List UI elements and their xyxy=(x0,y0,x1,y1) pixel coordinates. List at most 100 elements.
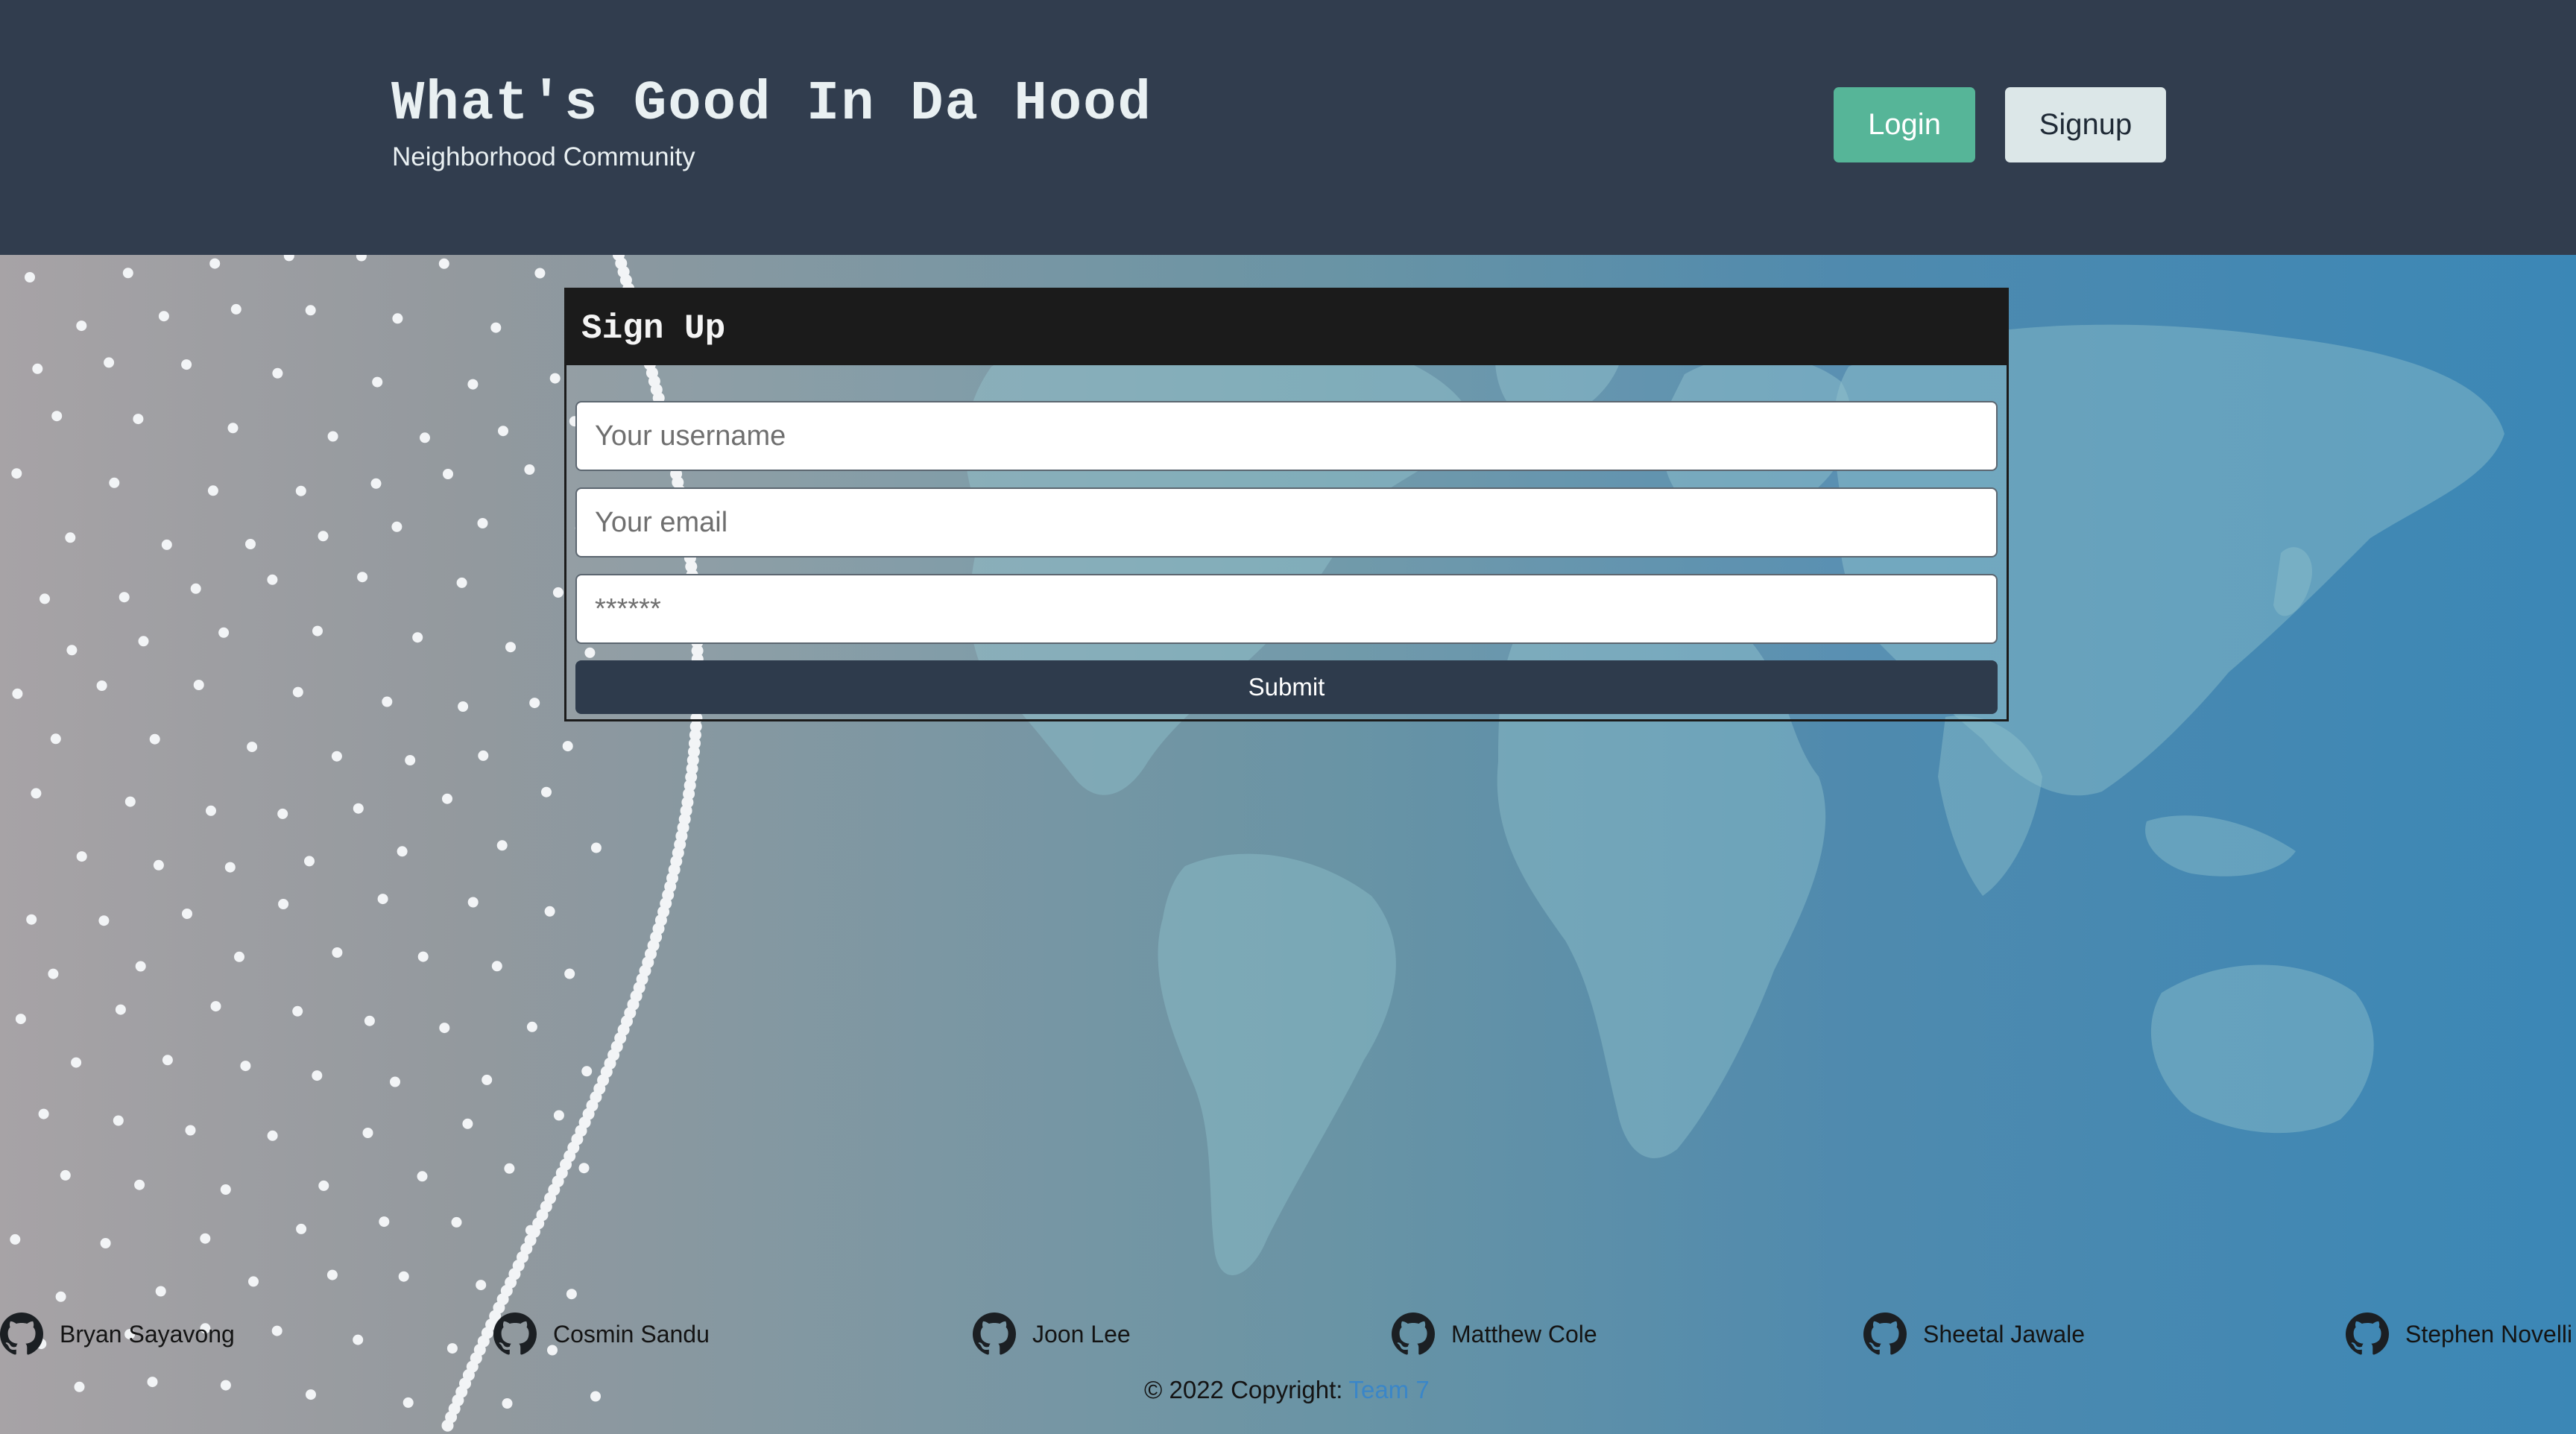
decorative-dot xyxy=(312,1070,323,1081)
decorative-dot xyxy=(295,485,306,496)
site-subtitle: Neighborhood Community xyxy=(392,142,695,171)
signup-form-title: Sign Up xyxy=(581,309,726,348)
decorative-dot xyxy=(104,357,115,368)
decorative-dot xyxy=(578,1163,590,1174)
decorative-dot xyxy=(467,897,479,908)
decorative-dot xyxy=(524,464,535,475)
decorative-dot xyxy=(277,808,288,819)
username-input[interactable] xyxy=(575,401,1998,471)
github-icon xyxy=(493,1313,537,1355)
decorative-dot xyxy=(534,268,546,279)
decorative-dot xyxy=(420,432,430,443)
decorative-dot xyxy=(162,1055,173,1066)
decorative-dot xyxy=(220,1380,231,1391)
decorative-dot xyxy=(498,426,508,437)
contributor-link[interactable]: Cosmin Sandu xyxy=(493,1312,710,1356)
contributor-link[interactable]: Matthew Cole xyxy=(1392,1312,1597,1356)
signup-form: Sign Up Submit xyxy=(564,288,2009,721)
decorative-dot xyxy=(357,572,368,583)
decorative-dot xyxy=(490,322,502,333)
decorative-dot xyxy=(304,856,315,867)
decorative-dot xyxy=(40,593,50,604)
github-icon xyxy=(0,1313,43,1355)
contributor-name: Matthew Cole xyxy=(1451,1320,1597,1348)
decorative-dot xyxy=(549,373,561,384)
decorative-dot xyxy=(462,1118,473,1129)
decorative-dot xyxy=(590,842,602,853)
decorative-dot xyxy=(478,750,489,761)
decorative-dot xyxy=(224,862,236,873)
decorative-dot xyxy=(96,680,107,691)
decorative-dot xyxy=(332,947,343,958)
password-input[interactable] xyxy=(575,574,1998,644)
decorative-dot xyxy=(292,686,303,698)
decorative-dot xyxy=(526,1021,537,1032)
email-input[interactable] xyxy=(575,487,1998,558)
github-icon xyxy=(973,1313,1016,1355)
decorative-dot xyxy=(278,899,289,909)
decorative-dot xyxy=(209,258,221,269)
decorative-dot xyxy=(553,1110,564,1121)
signup-button[interactable]: Signup xyxy=(2005,87,2166,162)
decorative-dot xyxy=(305,305,316,316)
decorative-dot xyxy=(417,951,429,962)
team-link[interactable]: Team 7 xyxy=(1348,1376,1429,1403)
decorative-dot xyxy=(590,1391,601,1402)
contributor-link[interactable]: Bryan Sayavong xyxy=(0,1312,235,1356)
contributor-link[interactable]: Joon Lee xyxy=(973,1312,1131,1356)
decorative-dot xyxy=(327,431,338,442)
decorative-dot xyxy=(356,255,367,262)
decorative-dot xyxy=(390,1076,400,1087)
decorative-dot xyxy=(476,1280,487,1291)
decorative-dot xyxy=(451,1216,462,1228)
decorative-dot xyxy=(562,741,573,752)
decorative-dot xyxy=(439,1023,450,1034)
decorative-dot xyxy=(456,577,467,588)
decorative-dot xyxy=(267,1130,278,1141)
decorative-dot xyxy=(318,531,329,542)
contributor-link[interactable]: Stephen Novelli xyxy=(2346,1312,2572,1356)
decorative-dot xyxy=(60,1169,71,1181)
decorative-dot xyxy=(417,1171,428,1182)
decorative-dot xyxy=(210,1001,221,1012)
decorative-dot xyxy=(48,968,59,979)
decorative-dot xyxy=(458,701,469,712)
submit-button[interactable]: Submit xyxy=(575,660,1998,714)
decorative-dot xyxy=(477,518,488,528)
decorative-dot xyxy=(230,303,242,315)
decorative-dot xyxy=(405,755,416,765)
decorative-dot xyxy=(296,1223,307,1234)
decorative-dot xyxy=(505,642,516,653)
github-icon xyxy=(2346,1313,2389,1355)
decorative-dot xyxy=(115,1004,126,1015)
decorative-dot xyxy=(442,793,452,804)
decorative-dot xyxy=(32,363,43,374)
decorative-dot xyxy=(248,1276,259,1287)
decorative-dot xyxy=(353,803,364,814)
decorative-dot xyxy=(55,1291,66,1302)
decorative-dot xyxy=(38,1108,49,1119)
contributor-name: Joon Lee xyxy=(1032,1320,1131,1348)
decorative-dot xyxy=(134,1179,145,1190)
decorative-dot xyxy=(496,840,508,851)
contributor-name: Sheetal Jawale xyxy=(1923,1320,2086,1348)
decorative-dot xyxy=(392,313,403,324)
decorative-dot xyxy=(119,592,130,603)
site-title: What's Good In Da Hood xyxy=(391,73,1152,136)
decorative-dot xyxy=(491,961,502,972)
decorative-dot xyxy=(74,1381,85,1392)
decorative-dot xyxy=(467,379,479,390)
decorative-dot xyxy=(161,539,172,550)
decorative-dot xyxy=(153,859,164,871)
login-button[interactable]: Login xyxy=(1834,87,1975,162)
decorative-dot xyxy=(331,751,342,762)
copyright: © 2022 Copyright: Team 7 xyxy=(1144,1376,1430,1404)
contributor-link[interactable]: Sheetal Jawale xyxy=(1863,1312,2085,1356)
decorative-dot xyxy=(353,1334,364,1345)
decorative-dot xyxy=(377,894,388,905)
decorative-dot xyxy=(218,627,230,638)
decorative-dot xyxy=(147,1377,158,1388)
decorative-dot xyxy=(220,1184,231,1195)
decorative-dot xyxy=(446,1343,458,1354)
decorative-dot xyxy=(207,485,218,496)
